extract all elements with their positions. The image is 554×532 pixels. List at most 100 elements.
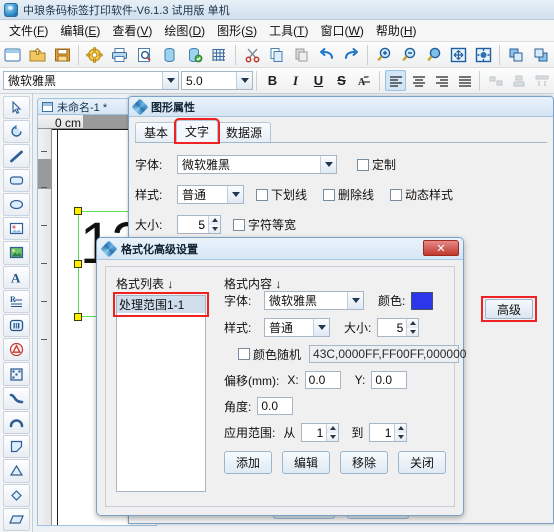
- close-icon[interactable]: ✕: [423, 240, 459, 256]
- parallelogram-icon[interactable]: [2, 507, 30, 531]
- arc-icon[interactable]: [2, 410, 30, 435]
- dialog-style-combo[interactable]: 普通: [264, 318, 330, 337]
- menu-view[interactable]: 查看(V): [106, 20, 158, 41]
- redo-icon[interactable]: [340, 43, 363, 67]
- spin-up-icon[interactable]: [208, 216, 220, 225]
- add-button[interactable]: 添加: [224, 451, 272, 474]
- print-icon[interactable]: [108, 43, 131, 67]
- zoom-actual-icon[interactable]: [423, 43, 446, 67]
- range-to-spinner[interactable]: 1: [369, 423, 408, 442]
- rounded-rect-icon[interactable]: [2, 168, 30, 192]
- resize-handle-top-left[interactable]: [74, 207, 82, 215]
- menu-file[interactable]: 文件(F): [3, 20, 54, 41]
- align-justify-icon[interactable]: [454, 70, 475, 91]
- menu-window[interactable]: 窗口(W): [315, 20, 370, 41]
- spin-up-icon[interactable]: [326, 424, 339, 433]
- polygon-icon[interactable]: [2, 435, 30, 459]
- align-right-icon[interactable]: [431, 70, 452, 91]
- qr-warning-icon[interactable]: [2, 338, 30, 362]
- properties-style-combo[interactable]: 普通: [177, 185, 244, 204]
- dialog-size-spinner[interactable]: 5: [377, 318, 420, 337]
- align-left-icon[interactable]: [385, 70, 406, 91]
- random-color-input[interactable]: 43C,0000FF,FF00FF,000000: [309, 345, 466, 363]
- rich-text-icon[interactable]: R: [2, 289, 30, 313]
- properties-size-spinner[interactable]: 5: [177, 215, 221, 234]
- list-item[interactable]: 处理范围1-1: [117, 296, 205, 313]
- menu-help[interactable]: 帮助(H): [370, 20, 423, 41]
- text-icon[interactable]: A: [2, 265, 30, 289]
- remove-button[interactable]: 移除: [340, 451, 388, 474]
- fit-width-icon[interactable]: [472, 43, 495, 67]
- paste-icon[interactable]: [290, 43, 313, 67]
- random-color-checkbox[interactable]: [238, 348, 250, 360]
- dynamic-style-checkbox[interactable]: [390, 188, 403, 201]
- color-swatch[interactable]: [411, 291, 434, 310]
- monospace-checkbox[interactable]: [233, 218, 245, 231]
- tab-text[interactable]: 文字: [174, 118, 221, 144]
- zoom-out-icon[interactable]: [398, 43, 421, 67]
- properties-font-combo[interactable]: 微软雅黑: [177, 155, 337, 174]
- triangle-icon[interactable]: [2, 459, 30, 483]
- document-tab[interactable]: 未命名-1 *: [37, 98, 137, 115]
- line-icon[interactable]: [2, 144, 30, 168]
- underline-checkbox[interactable]: [256, 188, 268, 201]
- tab-basic[interactable]: 基本: [135, 122, 178, 142]
- select-arrow-icon[interactable]: [2, 96, 30, 120]
- cut-scissors-icon[interactable]: [241, 43, 264, 67]
- angle-input[interactable]: 0.0: [257, 397, 294, 415]
- chevron-down-icon[interactable]: [313, 319, 329, 336]
- spin-down-icon[interactable]: [326, 432, 339, 441]
- italic-button[interactable]: I: [285, 70, 306, 91]
- open-folder-icon[interactable]: [26, 43, 49, 67]
- spin-down-icon[interactable]: [208, 224, 220, 233]
- strikeout-checkbox[interactable]: [323, 188, 336, 201]
- dialog-font-combo[interactable]: 微软雅黑: [264, 291, 364, 310]
- resize-handle-middle-left[interactable]: [74, 260, 82, 268]
- image-icon[interactable]: [2, 217, 30, 241]
- spin-down-icon[interactable]: [406, 327, 419, 336]
- ellipse-icon[interactable]: [2, 192, 30, 217]
- offset-x-input[interactable]: 0.0: [304, 371, 341, 389]
- grid-icon[interactable]: [208, 43, 231, 67]
- menu-shape[interactable]: 图形(S): [211, 20, 263, 41]
- chevron-down-icon[interactable]: [320, 156, 336, 173]
- align-front-icon[interactable]: [505, 43, 528, 67]
- datamatrix-icon[interactable]: [2, 362, 30, 386]
- font-size-combo[interactable]: 5.0: [181, 71, 253, 90]
- align-back-icon[interactable]: [530, 43, 553, 67]
- format-list[interactable]: 处理范围1-1: [116, 295, 206, 492]
- edit-button[interactable]: 编辑: [282, 451, 330, 474]
- barcode-icon[interactable]: [2, 313, 30, 338]
- font-family-combo[interactable]: 微软雅黑: [3, 71, 179, 90]
- diamond-icon[interactable]: [2, 483, 30, 507]
- resize-handle-bottom-left[interactable]: [74, 313, 82, 321]
- clear-format-button[interactable]: A: [354, 70, 375, 91]
- chevron-down-icon[interactable]: [162, 72, 178, 89]
- settings-gear-icon[interactable]: [84, 43, 107, 67]
- close-button[interactable]: 关闭: [398, 451, 446, 474]
- zoom-in-icon[interactable]: [373, 43, 396, 67]
- bold-button[interactable]: B: [262, 70, 283, 91]
- picture-icon[interactable]: [2, 241, 30, 265]
- rotate-icon[interactable]: [2, 120, 30, 144]
- spin-up-icon[interactable]: [394, 424, 407, 433]
- print-preview-icon[interactable]: [133, 43, 156, 67]
- undo-icon[interactable]: [315, 43, 338, 67]
- advanced-button[interactable]: 高级: [485, 299, 533, 319]
- database-check-icon[interactable]: [183, 43, 206, 67]
- menu-tools[interactable]: 工具(T): [263, 20, 314, 41]
- copy-icon[interactable]: [266, 43, 289, 67]
- fit-page-icon[interactable]: [447, 43, 470, 67]
- tab-datasource[interactable]: 数据源: [217, 122, 272, 142]
- align-center-icon[interactable]: [408, 70, 429, 91]
- menu-draw[interactable]: 绘图(D): [158, 20, 211, 41]
- curve-icon[interactable]: [2, 386, 30, 410]
- save-disk-icon[interactable]: [51, 43, 74, 67]
- database-icon[interactable]: [158, 43, 181, 67]
- chevron-down-icon[interactable]: [236, 72, 252, 89]
- range-from-spinner[interactable]: 1: [301, 423, 340, 442]
- menu-edit[interactable]: 编辑(E): [54, 20, 106, 41]
- spin-down-icon[interactable]: [394, 432, 407, 441]
- offset-y-input[interactable]: 0.0: [371, 371, 408, 389]
- custom-checkbox[interactable]: [357, 158, 369, 171]
